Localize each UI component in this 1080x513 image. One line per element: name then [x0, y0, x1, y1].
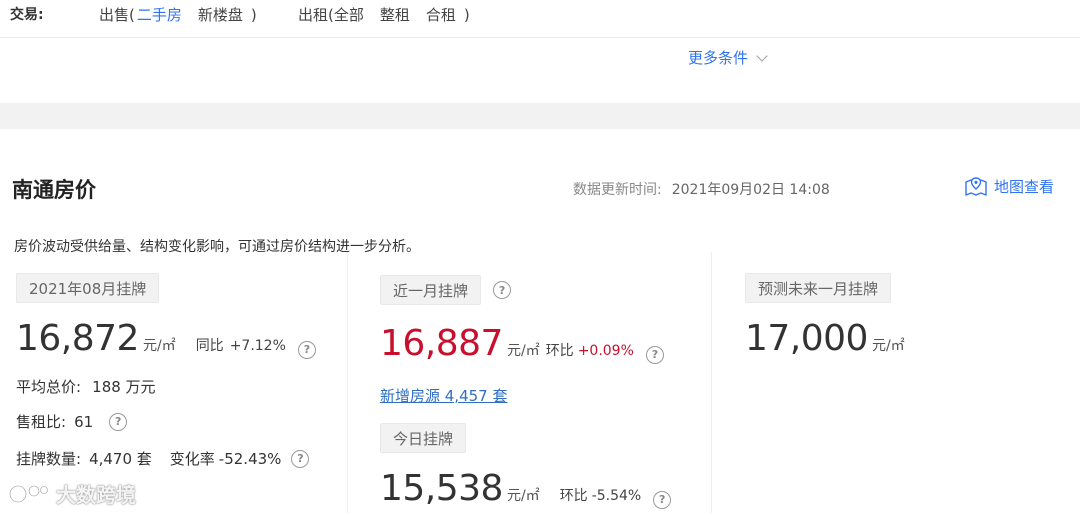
- today-mom-value: -5.54%: [591, 488, 642, 504]
- filter-group-rent: 出租(全部 整租 合租): [298, 4, 474, 25]
- rent-suffix: ): [463, 6, 470, 24]
- help-icon[interactable]: ?: [645, 345, 664, 364]
- help-icon[interactable]: ?: [493, 281, 512, 299]
- help-icon[interactable]: ?: [291, 449, 310, 468]
- avg-total-value: 188 万元: [92, 378, 156, 396]
- tag-month-listing: 2021年08月挂牌: [16, 273, 160, 303]
- watermark: 大数跨境: [8, 479, 136, 508]
- more-conditions-button[interactable]: 更多条件: [688, 47, 768, 68]
- today-price-row: 15,538 元/㎡ 环比 -5.54% ?: [380, 468, 672, 509]
- help-icon[interactable]: ?: [297, 340, 316, 359]
- change-rate-value: -52.43%: [218, 449, 282, 468]
- sale-suffix: ): [250, 6, 257, 24]
- avg-total-row: 平均总价: 188 万元: [16, 376, 156, 397]
- column-divider: [711, 252, 712, 513]
- new-listings-row: 新增房源 4,457 套: [380, 385, 507, 406]
- yoy-label: 同比: [195, 338, 224, 354]
- rent-ratio-value: 61: [74, 412, 94, 431]
- update-time: 数据更新时间: 2021年09月02日 14:08: [573, 179, 830, 199]
- forecast-price-row: 17,000 元/㎡: [745, 318, 905, 359]
- monthly-price: 16,872: [16, 318, 139, 359]
- section-separator: [0, 103, 1080, 129]
- update-time-value: 2021年09月02日 14:08: [671, 182, 830, 198]
- tag-today-listing: 今日挂牌: [380, 423, 467, 453]
- tag-recent-month: 近一月挂牌: [380, 275, 482, 305]
- filter-label-transaction: 交易:: [10, 7, 44, 23]
- map-view-link[interactable]: 地图查看: [964, 175, 1054, 197]
- map-pin-icon: [965, 177, 987, 196]
- recent-month-price: 16,887: [380, 323, 503, 364]
- listing-count-value: 4,470 套: [89, 450, 152, 468]
- forecast-price: 17,000: [745, 318, 868, 359]
- change-rate-label: 变化率: [169, 450, 215, 468]
- yoy-value: +7.12%: [229, 338, 286, 354]
- recent-price-row: 16,887 元/㎡ 环比 +0.09% ?: [380, 323, 664, 364]
- filter-option-second-hand[interactable]: 二手房: [137, 6, 182, 24]
- rent-ratio-row: 售租比: 61 ?: [16, 411, 128, 432]
- listing-count-row: 挂牌数量: 4,470 套 变化率 -52.43% ?: [16, 448, 310, 469]
- rent-prefix: 出租(: [298, 6, 334, 24]
- description-text: 房价波动受供给量、结构变化影响，可通过房价结构进一步分析。: [14, 239, 420, 255]
- filter-divider: [0, 37, 1080, 38]
- update-time-label: 数据更新时间:: [573, 182, 662, 198]
- chevron-down-icon: [756, 50, 768, 62]
- filter-option-rent-shared[interactable]: 合租: [426, 6, 456, 24]
- today-price: 15,538: [380, 468, 503, 509]
- monthly-price-unit: 元/㎡: [142, 338, 176, 354]
- page-title: 南通房价: [12, 178, 96, 202]
- sale-prefix: 出售(: [99, 6, 135, 24]
- filter-option-rent-whole[interactable]: 整租: [380, 6, 410, 24]
- filter-group-sale: 出售(二手房 新楼盘): [99, 4, 261, 25]
- new-listings-link[interactable]: 新增房源 4,457 套: [380, 387, 507, 405]
- mom-value: +0.09%: [577, 343, 634, 359]
- avg-total-label: 平均总价:: [16, 378, 82, 396]
- today-mom-label: 环比: [559, 488, 588, 504]
- more-conditions-label: 更多条件: [688, 49, 749, 67]
- watermark-logo-icon: [8, 484, 49, 503]
- watermark-text: 大数跨境: [56, 483, 136, 507]
- filter-option-new-homes[interactable]: 新楼盘: [198, 6, 243, 24]
- listing-count-label: 挂牌数量:: [16, 450, 82, 468]
- forecast-price-unit: 元/㎡: [871, 338, 905, 354]
- help-icon[interactable]: ?: [653, 490, 672, 509]
- filter-option-rent-all[interactable]: 全部: [334, 6, 364, 24]
- help-icon[interactable]: ?: [109, 412, 128, 431]
- recent-month-tag-row: 近一月挂牌 ?: [380, 275, 512, 305]
- rent-ratio-label: 售租比:: [16, 413, 67, 431]
- today-price-unit: 元/㎡: [506, 488, 540, 504]
- recent-month-price-unit: 元/㎡: [506, 343, 540, 359]
- mom-label: 环比: [545, 343, 574, 359]
- monthly-price-row: 16,872 元/㎡ 同比 +7.12% ?: [16, 318, 316, 359]
- tag-forecast: 预测未来一月挂牌: [745, 273, 892, 303]
- map-view-label: 地图查看: [994, 177, 1055, 196]
- column-divider: [347, 252, 348, 513]
